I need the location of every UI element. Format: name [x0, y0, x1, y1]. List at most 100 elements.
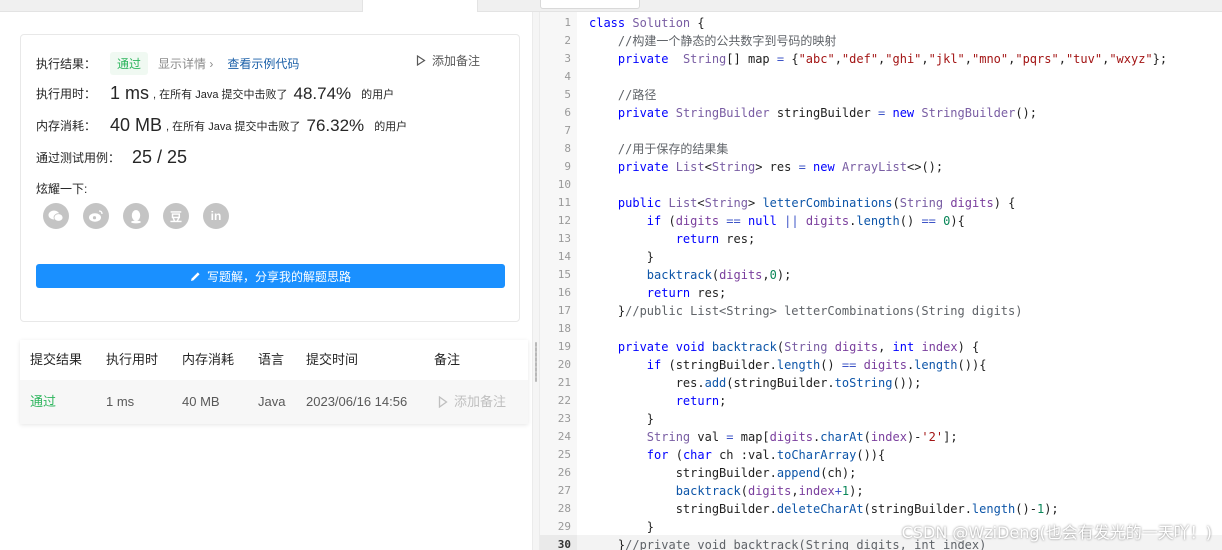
code-line[interactable]: 3 private String[] map = {"abc","def","g…: [540, 50, 1167, 68]
code-line[interactable]: 1 class Solution {: [540, 14, 1167, 32]
code-line[interactable]: 9 private List<String> res = new ArrayLi…: [540, 158, 1167, 176]
code-line[interactable]: 11 public List<String> letterCombination…: [540, 194, 1167, 212]
code-lines: 1 class Solution {2 //构建一个静态的公共数字到号码的映射 3 …: [540, 14, 1167, 550]
code-text[interactable]: //用于保存的结果集: [574, 140, 728, 158]
code-text[interactable]: }: [574, 518, 654, 536]
code-line[interactable]: 17 }//public List<String> letterCombinat…: [540, 302, 1167, 320]
col-header-language: 语言: [258, 352, 285, 367]
code-text[interactable]: [574, 176, 589, 194]
code-text[interactable]: private StringBuilder stringBuilder = ne…: [574, 104, 1037, 122]
code-line[interactable]: 7: [540, 122, 1167, 140]
line-number: 7: [564, 124, 571, 137]
code-text[interactable]: private String[] map = {"abc","def","ghi…: [574, 50, 1167, 68]
line-number: 26: [557, 466, 571, 479]
show-details-link[interactable]: 显示详情 ›: [158, 55, 213, 72]
memory-row: 内存消耗： 40 MB , 在所有 Java 提交中击败了 76.32% 的用户: [36, 115, 407, 136]
code-line[interactable]: 22 return;: [540, 392, 1167, 410]
runtime-value: 1 ms: [110, 83, 150, 103]
code-text[interactable]: [574, 68, 589, 86]
play-outline-icon: [416, 55, 426, 66]
code-text[interactable]: backtrack(digits,index+1);: [574, 482, 864, 500]
row-status-link[interactable]: 通过: [30, 380, 56, 424]
row-language: Java: [258, 394, 286, 409]
table-row[interactable]: 通过 1 ms 40 MB Java 2023/06/16 14:56 添加备注: [20, 380, 528, 424]
linkedin-icon[interactable]: in: [203, 203, 229, 229]
code-text[interactable]: [574, 320, 589, 338]
code-line[interactable]: 28 stringBuilder.deleteCharAt(stringBuil…: [540, 500, 1167, 518]
code-line[interactable]: 13 return res;: [540, 230, 1167, 248]
code-text[interactable]: return;: [574, 392, 727, 410]
view-example-link[interactable]: 查看示例代码: [227, 55, 299, 72]
line-number: 22: [557, 394, 571, 407]
code-editor[interactable]: 1 class Solution {2 //构建一个静态的公共数字到号码的映射 3 …: [540, 12, 1222, 550]
line-number: 4: [564, 70, 571, 83]
code-line[interactable]: 10: [540, 176, 1167, 194]
line-number: 20: [557, 358, 571, 371]
code-line[interactable]: 15 backtrack(digits,0);: [540, 266, 1167, 284]
code-text[interactable]: }: [574, 248, 654, 266]
weibo-icon[interactable]: [83, 203, 109, 229]
code-text[interactable]: private List<String> res = new ArrayList…: [574, 158, 943, 176]
code-line[interactable]: 27 backtrack(digits,index+1);: [540, 482, 1167, 500]
code-text[interactable]: public List<String> letterCombinations(S…: [574, 194, 1015, 212]
row-runtime: 1 ms: [106, 394, 135, 409]
code-line[interactable]: 21 res.add(stringBuilder.toString());: [540, 374, 1167, 392]
code-line[interactable]: 24 String val = map[digits.charAt(index)…: [540, 428, 1167, 446]
line-number: 14: [557, 250, 571, 263]
line-number: 25: [557, 448, 571, 461]
code-text[interactable]: stringBuilder.deleteCharAt(stringBuilder…: [574, 500, 1059, 518]
code-line[interactable]: 4: [540, 68, 1167, 86]
code-line[interactable]: 5 //路径: [540, 86, 1167, 104]
line-number: 17: [557, 304, 571, 317]
tests-value: 25 / 25: [132, 147, 188, 167]
code-text[interactable]: if (stringBuilder.length() == digits.len…: [574, 356, 987, 374]
qq-icon[interactable]: [123, 203, 149, 229]
memory-suffix: 的用户: [374, 120, 408, 133]
code-text[interactable]: }//public List<String> letterCombination…: [574, 302, 1023, 320]
memory-label: 内存消耗：: [36, 119, 97, 133]
code-line[interactable]: 16 return res;: [540, 284, 1167, 302]
code-text[interactable]: String val = map[digits.charAt(index)-'2…: [574, 428, 958, 446]
drag-grip-icon: [535, 342, 537, 382]
code-line[interactable]: 23 }: [540, 410, 1167, 428]
runtime-percent: 48.74%: [293, 83, 352, 103]
code-line[interactable]: 26 stringBuilder.append(ch);: [540, 464, 1167, 482]
code-text[interactable]: }: [574, 410, 654, 428]
code-line[interactable]: 18: [540, 320, 1167, 338]
code-line[interactable]: 25 for (char ch :val.toCharArray()){: [540, 446, 1167, 464]
pane-resize-handle[interactable]: [532, 12, 540, 550]
line-number: 21: [557, 376, 571, 389]
code-text[interactable]: res.add(stringBuilder.toString());: [574, 374, 922, 392]
code-text[interactable]: class Solution {: [574, 14, 705, 32]
code-text[interactable]: backtrack(digits,0);: [574, 266, 792, 284]
code-line[interactable]: 20 if (stringBuilder.length() == digits.…: [540, 356, 1167, 374]
code-text[interactable]: stringBuilder.append(ch);: [574, 464, 857, 482]
runtime-suffix: 的用户: [361, 88, 395, 101]
code-text[interactable]: return res;: [574, 230, 755, 248]
tests-row: 通过测试用例： 25 / 25: [36, 147, 187, 168]
line-number: 23: [557, 412, 571, 425]
code-line[interactable]: 19 private void backtrack(String digits,…: [540, 338, 1167, 356]
status-badge: 通过: [110, 52, 149, 75]
code-text[interactable]: if (digits == null || digits.length() ==…: [574, 212, 965, 230]
line-number: 1: [564, 16, 571, 29]
code-text[interactable]: private void backtrack(String digits, in…: [574, 338, 979, 356]
code-line[interactable]: 12 if (digits == null || digits.length()…: [540, 212, 1167, 230]
row-time: 2023/06/16 14:56: [306, 394, 408, 409]
code-text[interactable]: return res;: [574, 284, 726, 302]
douban-icon[interactable]: 豆: [163, 203, 189, 229]
code-line[interactable]: 2 //构建一个静态的公共数字到号码的映射: [540, 32, 1167, 50]
line-number: 19: [557, 340, 571, 353]
code-text[interactable]: for (char ch :val.toCharArray()){: [574, 446, 885, 464]
row-add-note-button[interactable]: 添加备注: [438, 380, 506, 424]
code-text[interactable]: [574, 122, 589, 140]
write-solution-button[interactable]: 写题解，分享我的解题思路: [36, 264, 505, 288]
code-text[interactable]: //路径: [574, 86, 656, 104]
add-note-button[interactable]: 添加备注: [416, 52, 480, 69]
wechat-icon[interactable]: [43, 203, 69, 229]
code-line[interactable]: 14 }: [540, 248, 1167, 266]
code-text[interactable]: //构建一个静态的公共数字到号码的映射: [574, 32, 836, 50]
code-line[interactable]: 6 private StringBuilder stringBuilder = …: [540, 104, 1167, 122]
code-line[interactable]: 8 //用于保存的结果集: [540, 140, 1167, 158]
runtime-label: 执行用时：: [36, 87, 97, 101]
